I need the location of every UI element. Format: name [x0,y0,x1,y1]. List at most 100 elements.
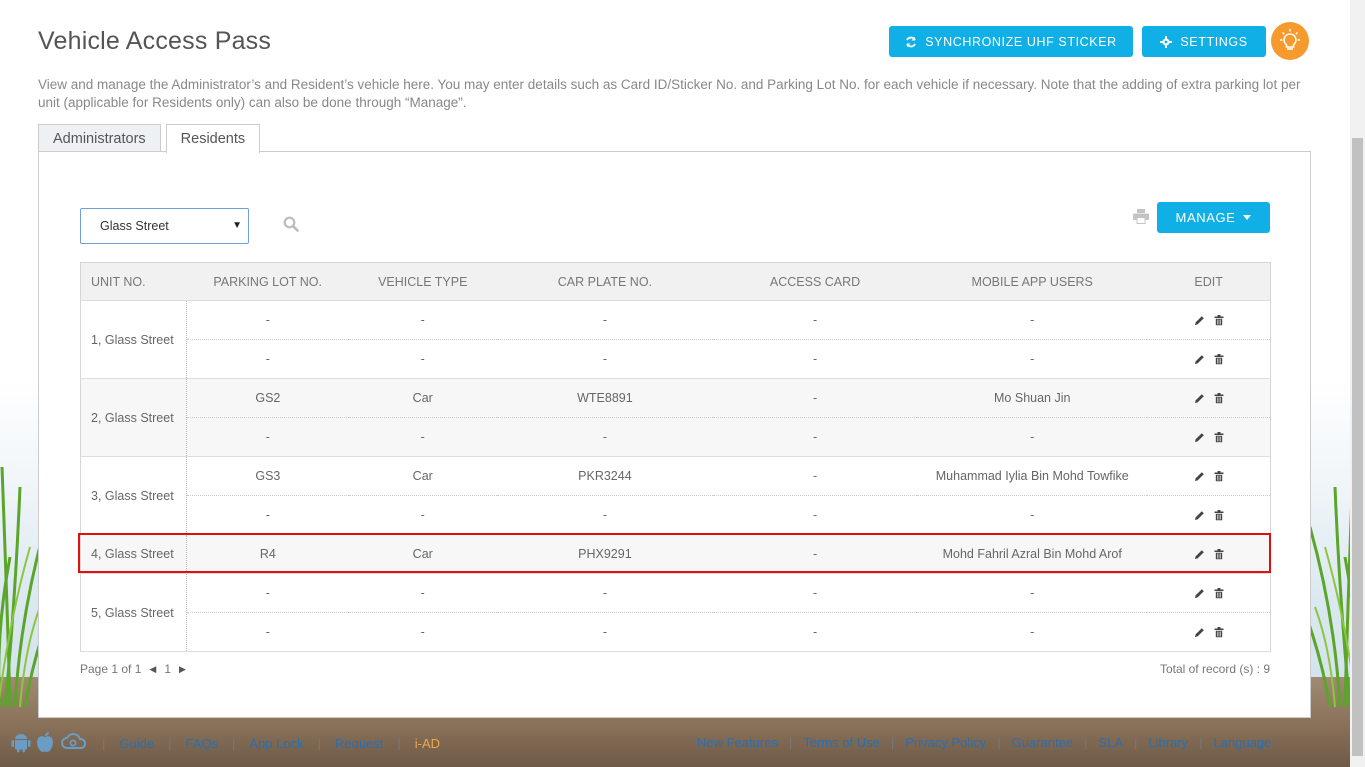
footer-link-sla[interactable]: SLA [1098,735,1123,750]
street-select[interactable]: Glass Street ▼ [80,208,249,244]
trash-icon[interactable] [1214,392,1224,404]
car-plate-cell: - [496,495,713,535]
footer-separator: | [890,735,895,750]
header-mobile-app-users: MOBILE APP USERS [917,262,1148,301]
mobile-app-user-cell: - [917,495,1148,535]
search-icon [283,216,299,232]
vehicle-table: UNIT NO. PARKING LOT NO. VEHICLE TYPE CA… [80,262,1271,652]
manage-dropdown-button[interactable]: MANAGE [1157,202,1270,233]
vehicle-type-cell: - [348,495,497,535]
footer-separator: | [397,736,401,751]
trash-icon[interactable] [1214,314,1224,326]
pencil-icon[interactable] [1194,432,1205,443]
header-parking-lot-no: PARKING LOT NO. [186,262,349,301]
pencil-icon[interactable] [1194,627,1205,638]
footer-link-app-lock[interactable]: App Lock [249,736,303,751]
footer-link-guarantee[interactable]: Guarantee [1012,735,1073,750]
edit-cell [1147,534,1271,574]
unit-cell: 3, Glass Street [80,456,188,535]
trash-icon[interactable] [1214,353,1224,365]
unit-cell: 4, Glass Street [80,534,188,574]
footer-link-request[interactable]: Request [335,736,383,751]
footer-separator: | [1084,735,1088,750]
synchronize-uhf-sticker-button[interactable]: SYNCHRONIZE UHF STICKER [889,26,1133,57]
mobile-app-user-cell: - [917,300,1148,340]
parking-lot-cell: - [186,417,349,457]
vehicle-type-cell: - [348,339,497,379]
parking-lot-cell: GS3 [186,456,349,496]
page-scrollbar[interactable] [1350,0,1365,767]
table-row: 1, Glass Street - - - - - [80,300,1271,379]
access-card-cell: - [712,534,918,574]
access-card-cell: - [712,456,918,496]
access-card-cell: - [712,339,918,379]
total-records: Total of record (s) : 9 [1159,662,1270,676]
pagination: Page 1 of 1 ◀ 1 ▶ [80,662,186,676]
parking-lot-cell: - [186,300,349,340]
apple-icon[interactable] [35,731,55,756]
cloud-icon[interactable] [60,732,88,755]
mobile-app-user-cell: - [917,339,1148,379]
trash-icon[interactable] [1214,431,1224,443]
header-edit: EDIT [1147,262,1271,301]
pencil-icon[interactable] [1194,588,1205,599]
footer-link-guide[interactable]: Guide [119,736,154,751]
trash-icon[interactable] [1214,548,1224,560]
street-select-value: Glass Street [100,219,169,233]
pencil-icon[interactable] [1194,549,1205,560]
header-unit-no: UNIT NO. [80,262,187,301]
footer-link-privacy-policy[interactable]: Privacy Policy [905,735,986,750]
footer-link-terms-of-use[interactable]: Terms of Use [803,735,880,750]
table-header-row: UNIT NO. PARKING LOT NO. VEHICLE TYPE CA… [80,262,1271,301]
car-plate-cell: PHX9291 [496,534,713,574]
tab-administrators[interactable]: Administrators [38,124,161,152]
edit-cell [1147,300,1271,340]
mobile-app-user-cell: Muhammad Iylia Bin Mohd Towfike [917,456,1148,496]
parking-lot-cell: - [186,495,349,535]
page-title: Vehicle Access Pass [38,27,272,55]
access-card-cell: - [712,417,918,457]
page-number[interactable]: 1 [164,662,171,676]
edit-cell [1147,378,1271,418]
vehicle-type-cell: Car [348,378,497,418]
print-button[interactable] [1133,209,1149,229]
settings-button[interactable]: SETTINGS [1142,26,1266,57]
next-page-icon[interactable]: ▶ [179,664,186,675]
trash-icon[interactable] [1214,626,1224,638]
footer-link-new-features[interactable]: New Features [697,735,778,750]
parking-lot-cell: - [186,612,349,652]
scrollbar-thumb[interactable] [1352,138,1363,756]
footer-separator: | [1134,735,1138,750]
printer-icon [1133,209,1149,224]
pencil-icon[interactable] [1194,393,1205,404]
page-description: View and manage the Administrator’s and … [38,77,1301,110]
trash-icon[interactable] [1214,509,1224,521]
footer-link-i-ad[interactable]: i-AD [415,736,440,751]
search-button[interactable] [283,216,299,237]
trash-icon[interactable] [1214,587,1224,599]
prev-page-icon[interactable]: ◀ [149,664,156,675]
lightbulb-button[interactable] [1271,22,1309,60]
tab-bar: Administrators Residents [38,124,265,153]
edit-cell [1147,612,1271,652]
edit-cell [1147,339,1271,379]
footer-link-library[interactable]: Library [1148,735,1188,750]
unit-cell: 1, Glass Street [80,300,188,379]
pencil-icon[interactable] [1194,510,1205,521]
vehicle-type-cell: - [348,573,497,613]
table-row: - - - - - [81,612,1271,652]
edit-cell [1147,495,1271,535]
vehicle-type-cell: Car [348,456,497,496]
trash-icon[interactable] [1214,470,1224,482]
tab-residents[interactable]: Residents [165,124,261,153]
pencil-icon[interactable] [1194,471,1205,482]
pencil-icon[interactable] [1194,315,1205,326]
pencil-icon[interactable] [1194,354,1205,365]
footer-link-faqs[interactable]: FAQs [185,736,218,751]
footer-link-language[interactable]: Language [1214,735,1272,750]
android-icon[interactable] [10,731,32,756]
table-row: 3, Glass Street GS3 Car PKR3244 - Muhamm… [80,456,1271,535]
car-plate-cell: WTE8891 [496,378,713,418]
unit-cell: 5, Glass Street [80,573,188,652]
table-body: 1, Glass Street - - - - - - - - - - 2, G… [80,300,1271,652]
